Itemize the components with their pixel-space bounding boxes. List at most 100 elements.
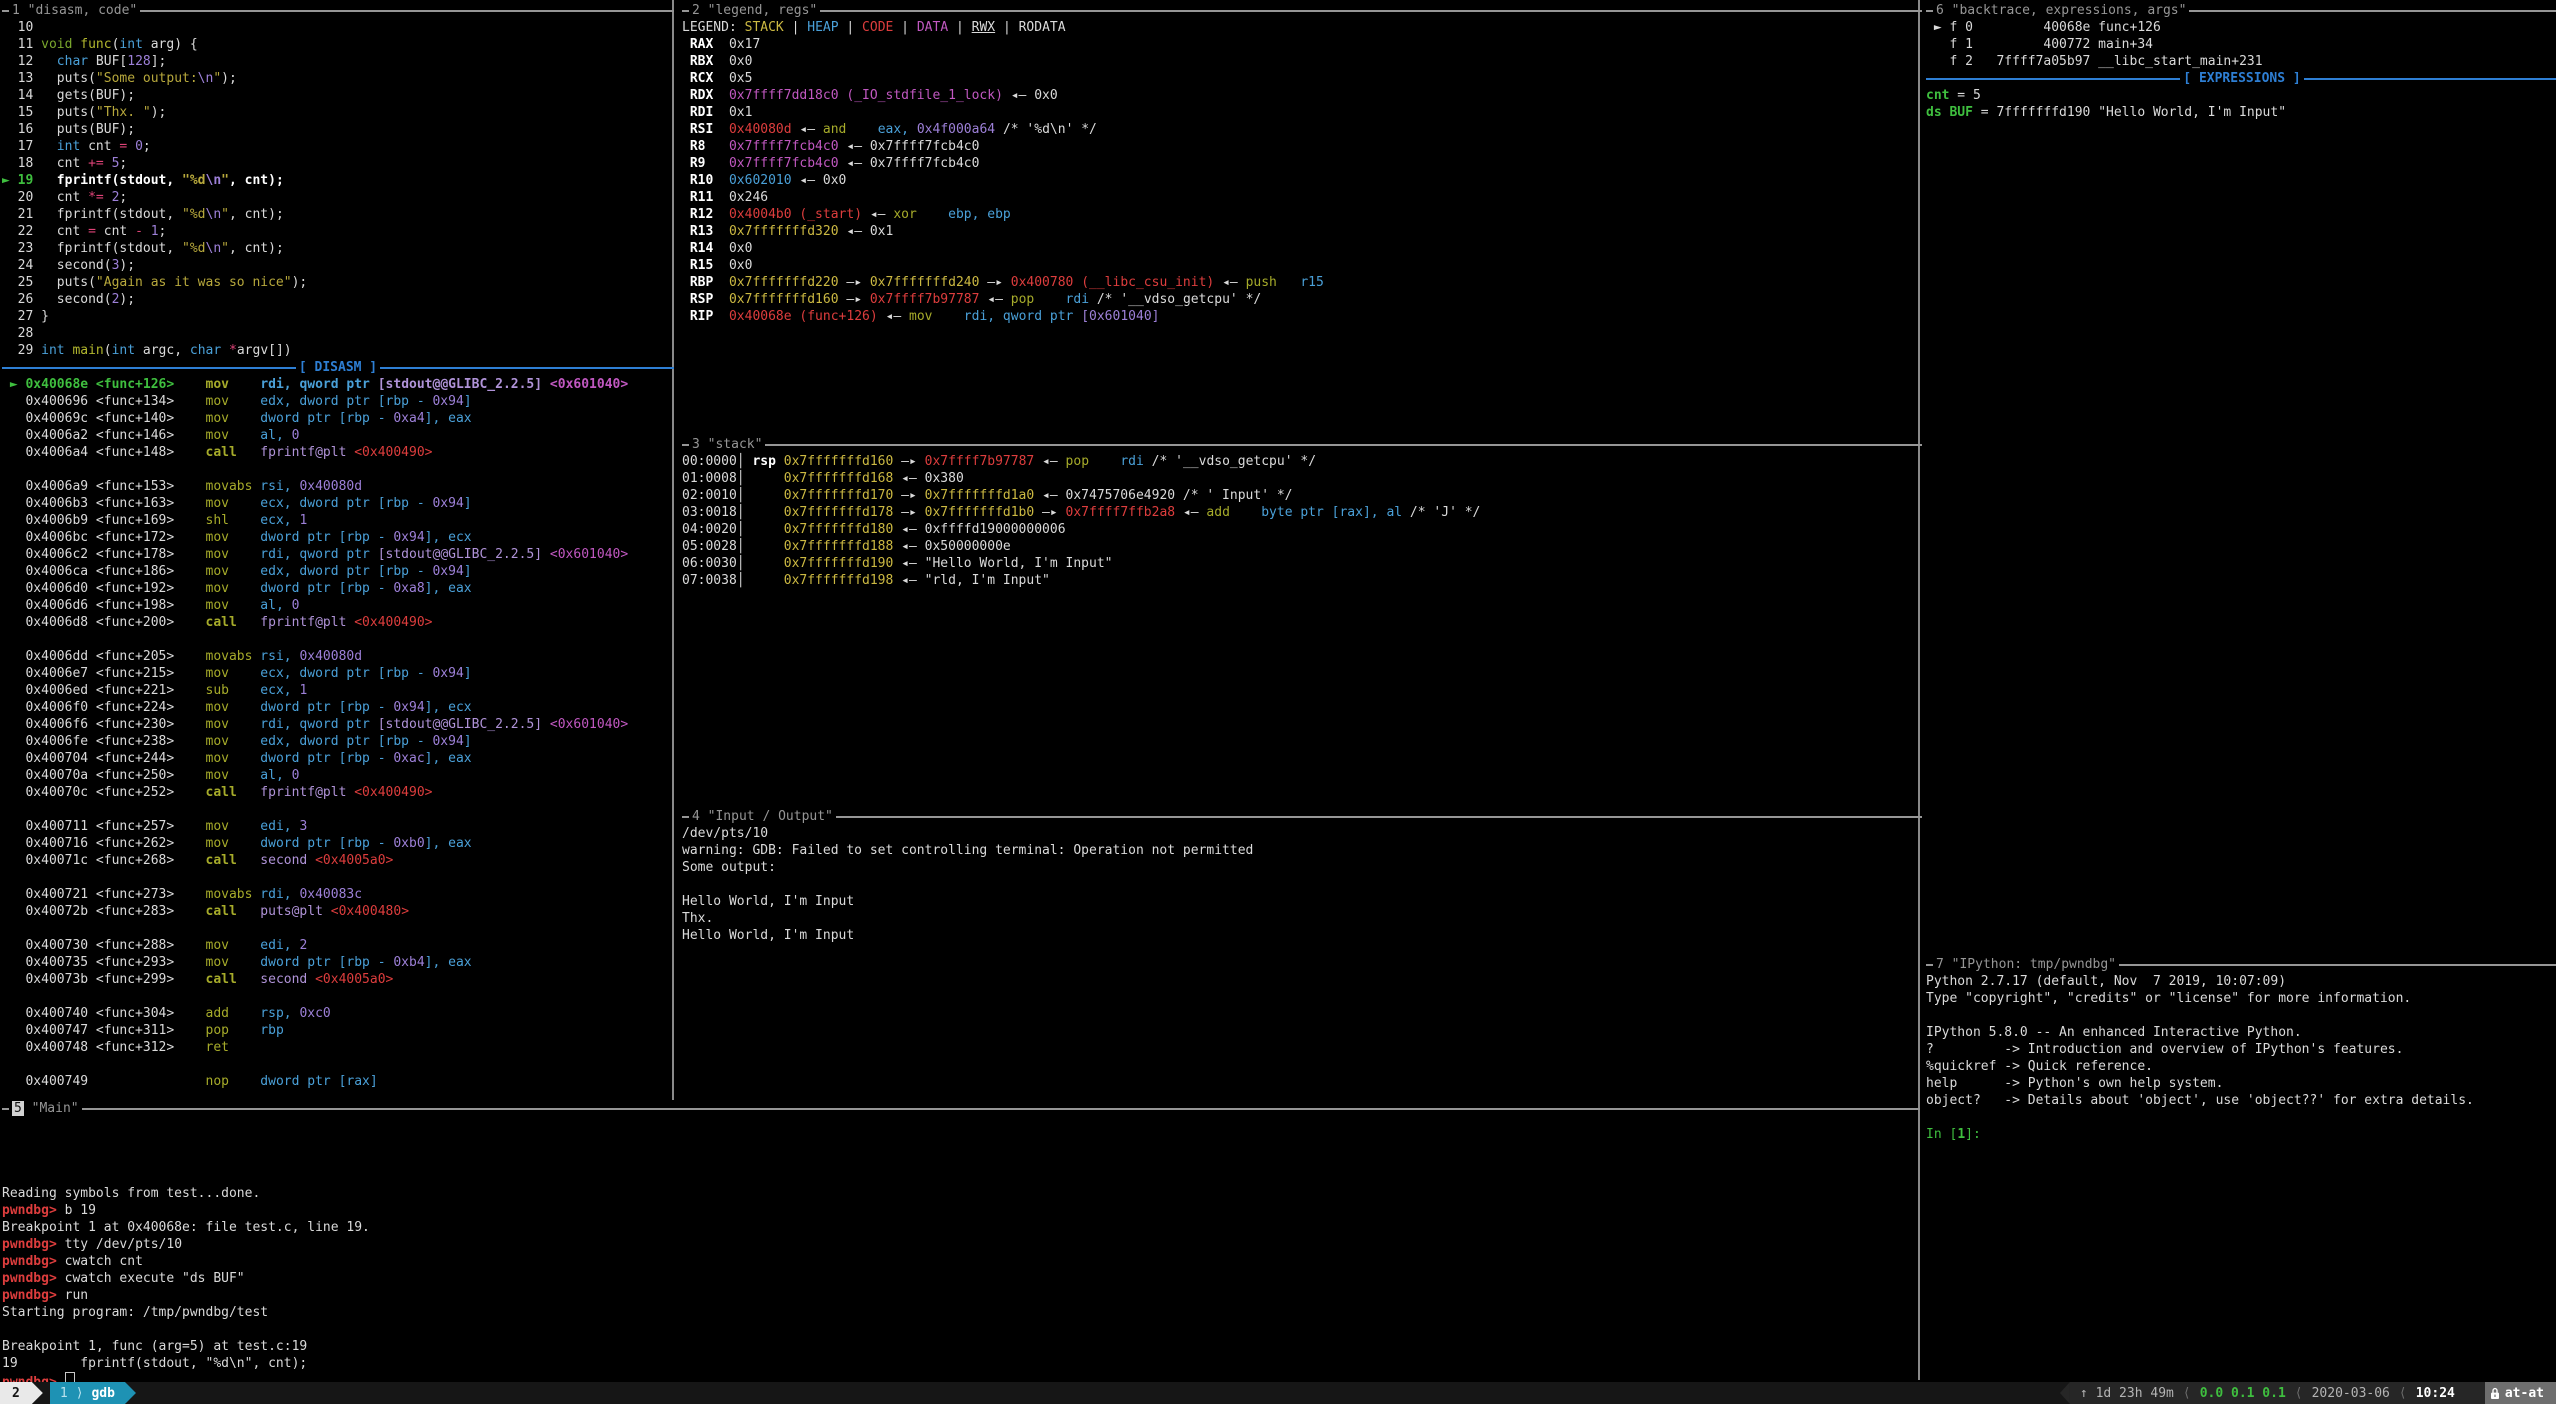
term-line: 0x4006bc <func+172> mov dword ptr [rbp -… [2,529,674,546]
text-run: mov [206,955,261,970]
text-run: 21 fprintf(stdout, [2,207,182,222]
text-run: ◂— [1214,275,1245,290]
text-run: 0x4004b0 (_start) [729,207,862,222]
text-run: movabs [206,649,261,664]
tmux-window-tab-gdb[interactable]: 1 ⟩ gdb [50,1382,125,1404]
text-run: mov [206,700,261,715]
text-run: 0x17 [729,37,760,52]
text-run: pop [206,1023,261,1038]
pane-legend-regs[interactable]: 2 "legend, regs"LEGEND: STACK | HEAP | C… [678,2,1922,436]
text-run: <0x601040> [550,377,628,392]
pane-disasm-code[interactable]: 1 "disasm, code" 10 11 void func(int arg… [0,2,674,1100]
text-run: ] [464,496,472,511]
text-run: "Again as it was so nice" [96,275,292,290]
text-run: 0x40068e (func+126) [729,309,878,324]
term-line: pwndbg> cwatch execute "ds BUF" [2,1270,1920,1287]
pane-stack[interactable]: 3 "stack"00:0000│ rsp 0x7fffffffd160 —▸ … [678,436,1922,808]
text-run: 13 puts( [2,71,96,86]
text-run: pwndbg> [2,1237,65,1252]
text-run: STACK [745,20,784,35]
term-line: 0x400704 <func+244> mov dword ptr [rbp -… [2,750,674,767]
text-run: Python 2.7.17 (default, Nov 7 2019, 10:0… [1926,974,2286,989]
text-run: /* '%d\n' */ [995,122,1097,137]
text-run: and [823,122,878,137]
text-run: 0x40071c <func+268> [2,853,206,868]
term-line: Starting program: /tmp/pwndbg/test [2,1304,1920,1321]
pane-input-output[interactable]: 4 "Input / Output"/dev/pts/10warning: GD… [678,808,1922,1100]
text-run: * [229,343,237,358]
text-run: 17 [2,139,57,154]
text-run: 14 gets(BUF); [2,88,135,103]
text-run: mov [909,309,964,324]
text-run: —▸ [893,488,924,503]
text-run: *= [88,190,104,205]
text-run: 0x400740 <func+304> [2,1006,206,1021]
text-run: 0x40069c <func+140> [2,411,206,426]
text-run: b 19 [65,1203,96,1218]
text-run: rdi, qword ptr [260,377,377,392]
text-run: " [221,207,229,222]
text-run: void [41,37,72,52]
text-run: RIP [682,309,729,324]
term-line: 0x4006f0 <func+224> mov dword ptr [rbp -… [2,699,674,716]
text-run: <0x4005a0> [315,853,393,868]
pane-ipython[interactable]: 7 "IPython: tmp/pwndbg"Python 2.7.17 (de… [1924,956,2556,1380]
text-run: RBX [682,54,729,69]
text-run: cwatch cnt [65,1254,143,1269]
text-run: rsp [752,454,783,469]
term-line: RCX 0x5 [682,70,1922,87]
term-line: In [1]: [1926,1126,2556,1143]
text-run: edx, dword ptr [rbp - [260,734,432,749]
hostname-badge: at-at [2485,1382,2556,1404]
text-run [174,377,205,392]
tmux-session-badge[interactable]: 2 [0,1382,32,1404]
text-run: 29 [2,343,41,358]
terminal-cursor[interactable] [65,1372,75,1382]
text-run: Thx. [682,911,721,926]
text-run: 0x400730 <func+288> [2,938,206,953]
text-run: ], eax [425,955,472,970]
text-run: 0x4006b9 <func+169> [2,513,206,528]
term-line: 03:0018│ 0x7fffffffd178 —▸ 0x7fffffffd1b… [682,504,1922,521]
text-run: ); [119,292,135,307]
text-run: 0x4006fe <func+238> [2,734,206,749]
pane-backtrace-expressions-args[interactable]: 6 "backtrace, expressions, args" ► f 0 4… [1924,2,2556,956]
term-line: Python 2.7.17 (default, Nov 7 2019, 10:0… [1926,973,2556,990]
text-run: 28 [2,326,33,341]
text-run: "%d [182,241,205,256]
text-run: 0x4006e7 <func+215> [2,666,206,681]
text-run: dword ptr [rbp - [260,700,393,715]
term-line: Breakpoint 1, func (arg=5) at test.c:19 [2,1338,1920,1355]
text-run: Reading symbols from test...done. [2,1186,260,1201]
text-run: mov [206,666,261,681]
text-run: 0x94 [432,564,463,579]
pane-main-console[interactable]: 5 "Main"Reading symbols from test...done… [0,1100,1920,1382]
text-run: rdi [1066,292,1089,307]
text-run: ◂— [878,309,909,324]
text-run: 0x94 [393,530,424,545]
tmux-status-bar: 2 1 ⟩ gdb ↑ 1d 23h 49m ⟨ 0.0 0.1 0.1 ⟨ 2… [0,1382,2556,1404]
text-run: "%d [182,173,205,188]
text-run: HEAP [807,20,838,35]
text-run: main [72,343,103,358]
text-run: mov [206,819,261,834]
text-run: 0x4006ed <func+221> [2,683,206,698]
term-line [1926,1109,2556,1126]
text-run: movabs [206,887,261,902]
term-line: RSP 0x7fffffffd160 —▸ 0x7ffff7b97787 ◂— … [682,291,1922,308]
text-run: eax, [878,122,917,137]
text-run: mov [206,836,261,851]
text-run: ◂— 0x7ffff7fcb4c0 [839,156,980,171]
text-run: 26 second( [2,292,112,307]
term-line: pwndbg> run [2,1287,1920,1304]
section-divider: [ DISASM ] [2,359,674,376]
term-line: pwndbg> [2,1372,1920,1382]
term-line: /dev/pts/10 [682,825,1922,842]
text-run: fprintf@plt [260,615,346,630]
text-run: 0x4006bc <func+172> [2,530,206,545]
text-run: 0x7ffff7dd18c0 (_IO_stdfile_1_lock) [729,88,1003,103]
text-run: 0x40070a <func+250> [2,768,206,783]
term-line: 0x40070c <func+252> call fprintf@plt <0x… [2,784,674,801]
text-run: movabs [206,479,261,494]
text-run [542,547,550,562]
